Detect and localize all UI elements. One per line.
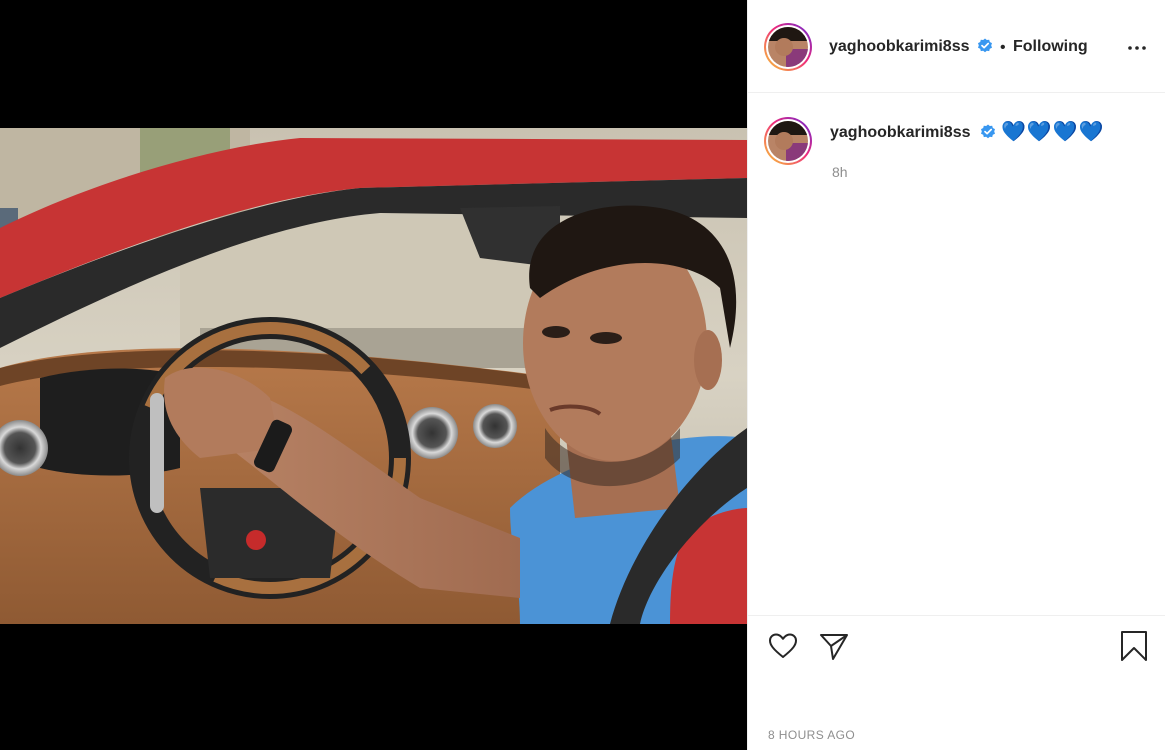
caption-username-link[interactable]: yaghoobkarimi8ss [830,124,971,142]
post-timestamp[interactable]: 8 HOURS AGO [768,728,855,742]
following-button[interactable]: Following [1013,38,1088,56]
more-options-icon[interactable] [1125,36,1149,60]
verified-badge-icon [981,124,995,139]
instagram-post: yaghoobkarimi8ss • Following yaghoobkari… [0,0,1165,750]
post-side-panel: yaghoobkarimi8ss • Following yaghoobkari… [747,0,1165,750]
avatar-image [768,121,808,161]
avatar[interactable] [764,23,812,71]
post-media [0,0,747,750]
post-photo[interactable] [0,128,747,624]
paper-plane-icon[interactable] [818,630,850,662]
caption-time-ago[interactable]: 8h [832,164,848,180]
bookmark-icon[interactable] [1118,630,1150,662]
caption-avatar[interactable] [764,117,812,165]
caption-text: 💙💙💙💙 [1001,121,1105,143]
separator-dot: • [1000,39,1006,56]
verified-badge-icon [978,38,992,53]
avatar-image [768,27,808,67]
heart-icon[interactable] [767,630,799,662]
username-link[interactable]: yaghoobkarimi8ss [829,38,970,56]
post-actions: 8 HOURS AGO [748,615,1165,750]
post-header: yaghoobkarimi8ss • Following [748,0,1165,93]
